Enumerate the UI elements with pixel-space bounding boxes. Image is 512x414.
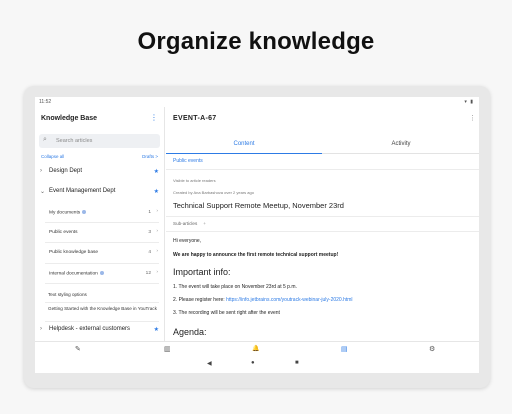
list-number: 2. (173, 297, 178, 303)
article-title: Technical Support Remote Meetup, Novembe… (173, 201, 344, 210)
subitem-label-wrap: My documents (49, 210, 87, 216)
chevron-right-icon: › (156, 229, 158, 234)
subarticles-row[interactable]: Sub-articles + (173, 221, 206, 226)
info-dot-icon (82, 210, 87, 214)
chevron-right-icon: › (156, 209, 158, 214)
board-icon[interactable]: ▥ (164, 345, 171, 353)
subarticles-label: Sub-articles (173, 221, 198, 226)
list-text: Please register here: (178, 297, 227, 303)
list-item: 1. The event will take place on November… (173, 284, 297, 290)
active-tab-indicator (166, 152, 322, 154)
drafts-link[interactable]: Drafts > (142, 154, 158, 159)
more-icon[interactable]: ⋮ (469, 114, 476, 122)
subitem-label: Public knowledge base (49, 250, 99, 255)
sidebar-subitem-my-documents[interactable]: My documents 1 › (45, 206, 159, 223)
subitem-label-wrap: Internal documentation (49, 271, 104, 276)
subitem-count: 12 (145, 271, 151, 276)
chevron-right-icon: › (156, 270, 158, 275)
recents-icon[interactable]: ■ (295, 360, 299, 366)
divider (166, 231, 479, 232)
add-subarticle-icon[interactable]: + (203, 221, 206, 226)
article-panel: EVENT-A-67 ⋮ Content Activity Public eve… (166, 107, 479, 341)
sidebar-subitem-internal-docs[interactable]: Internal documentation 12 › (45, 264, 159, 284)
bottom-app-bar: ✎ ▥ 🔔 ▤ ⚙ (35, 341, 479, 357)
register-link[interactable]: https://info.jetbrains.com/youtrack-webi… (226, 297, 352, 303)
divider (45, 321, 159, 322)
divider (45, 302, 159, 303)
agenda-heading: Agenda: (173, 327, 207, 337)
subitem-count: 4 (148, 250, 151, 255)
subitem-label: My documents (49, 210, 81, 216)
home-icon[interactable]: ● (251, 360, 255, 366)
star-icon[interactable]: ★ (154, 188, 159, 195)
star-icon[interactable]: ★ (154, 326, 159, 333)
sidebar-article-text-styling[interactable]: Text styling options (48, 292, 158, 298)
chevron-right-icon[interactable]: › (40, 326, 42, 332)
status-bar: 11:52 ▾ ▮ (35, 97, 479, 107)
status-time: 11:52 (39, 99, 52, 105)
edit-icon[interactable]: ✎ (75, 345, 81, 353)
collapse-all-link[interactable]: Collapse all (41, 154, 64, 159)
search-placeholder: Search articles (56, 137, 93, 144)
tab-bar: Content Activity (166, 137, 479, 154)
status-icons: ▾ ▮ (464, 99, 474, 105)
sidebar-subitem-public-kb[interactable]: Public knowledge base 4 › (45, 243, 159, 264)
tablet-frame: 11:52 ▾ ▮ Knowledge Base ⋮ ⌕ Search arti… (24, 86, 490, 388)
subitem-count: 1 (148, 210, 151, 215)
subitem-label: Internal documentation (49, 271, 98, 277)
subitem-label: Public events (49, 230, 78, 235)
sidebar-item-label: Helpdesk - external customers (49, 326, 131, 332)
chevron-down-icon[interactable]: ⌄ (40, 188, 45, 195)
search-input[interactable]: ⌕ Search articles (39, 134, 160, 148)
created-by-text: Created by Ana Barbashova over 2 years a… (173, 190, 254, 195)
subitem-count: 3 (148, 230, 151, 235)
sidebar-article-getting-started[interactable]: Getting Started with the Knowledge Base … (48, 306, 158, 312)
chevron-right-icon[interactable]: › (40, 168, 42, 174)
list-item: 3. The recording will be sent right afte… (173, 310, 280, 316)
sidebar: Knowledge Base ⋮ ⌕ Search articles Colla… (35, 107, 165, 341)
chevron-right-icon: › (156, 249, 158, 254)
article-id: EVENT-A-67 (173, 115, 217, 122)
info-dot-icon (99, 271, 104, 275)
sidebar-subitem-public-events[interactable]: Public events 3 › (45, 223, 159, 243)
list-text: The recording will be sent right after t… (178, 310, 280, 316)
list-number: 3. (173, 310, 178, 316)
visibility-link[interactable]: Public events (173, 158, 203, 164)
sidebar-menu-icon[interactable]: ⋮ (150, 113, 158, 122)
greeting-text: Hi everyone, (173, 238, 202, 244)
announcement-text: We are happy to announce the first remot… (173, 252, 339, 258)
headline: Organize knowledge (137, 28, 375, 55)
list-item: 2. Please register here: https://info.je… (173, 297, 353, 303)
system-nav-bar: ◀ ● ■ (35, 357, 479, 373)
tab-content[interactable]: Content (169, 141, 319, 147)
bell-icon[interactable]: 🔔 (252, 345, 259, 352)
app-screen: 11:52 ▾ ▮ Knowledge Base ⋮ ⌕ Search arti… (35, 97, 479, 373)
list-text: The event will take place on November 23… (178, 284, 297, 290)
search-icon: ⌕ (43, 136, 47, 143)
knowledge-base-icon[interactable]: ▤ (341, 345, 348, 353)
sidebar-item-label: Design Dept (49, 168, 83, 174)
divider (166, 169, 479, 170)
important-info-heading: Important info: (173, 267, 231, 277)
sidebar-title: Knowledge Base (41, 115, 98, 122)
back-icon[interactable]: ◀ (207, 360, 212, 367)
list-number: 1. (173, 284, 178, 290)
divider (166, 216, 479, 217)
sidebar-item-label: Event Management Dept (49, 188, 116, 194)
settings-icon[interactable]: ⚙ (429, 345, 435, 353)
star-icon[interactable]: ★ (154, 168, 159, 175)
tab-activity[interactable]: Activity (326, 141, 476, 147)
visible-to-text: Visible to article readers (173, 178, 216, 183)
